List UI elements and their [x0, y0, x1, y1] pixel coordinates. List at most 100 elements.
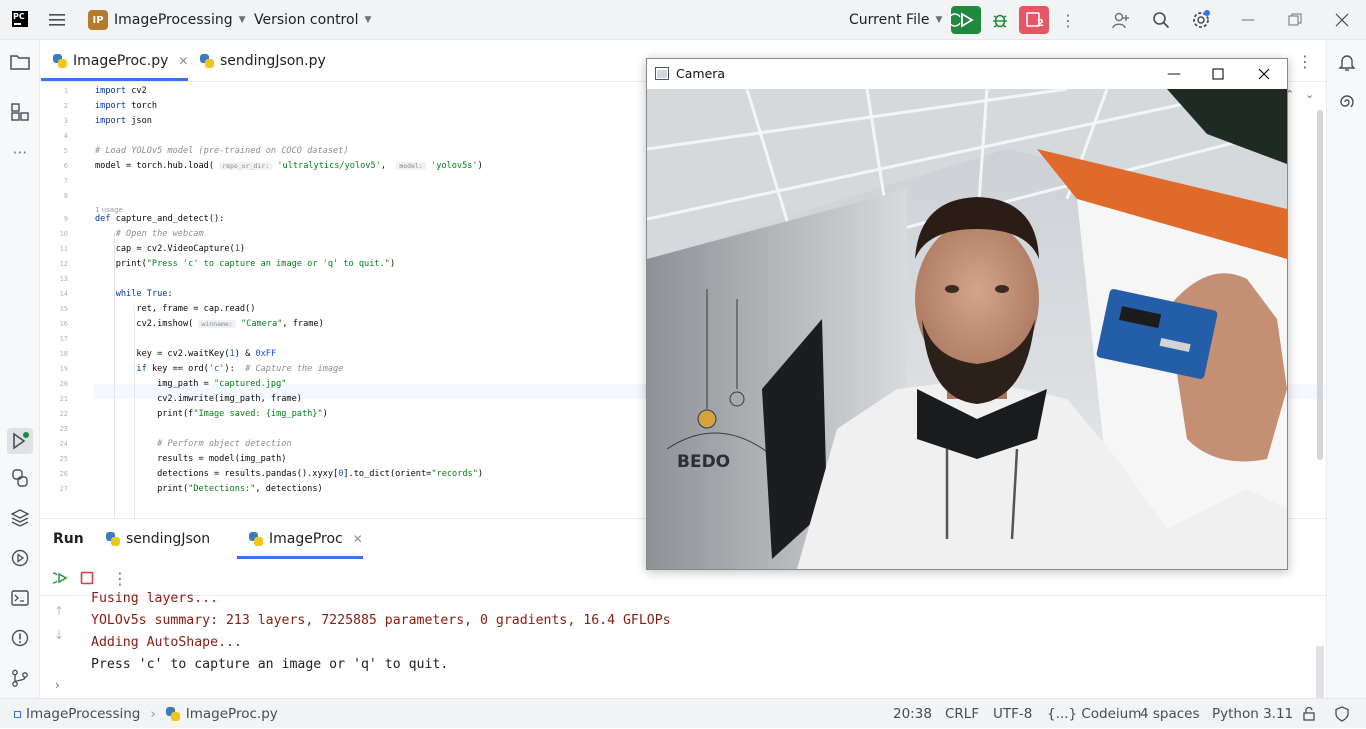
services-button[interactable] — [10, 548, 30, 568]
editor-scrollbar[interactable] — [1317, 110, 1323, 460]
tab-sendingjson[interactable]: sendingJson.py — [200, 40, 326, 82]
notifications-button[interactable] — [1337, 52, 1357, 72]
rerun-console-button[interactable] — [51, 568, 71, 588]
python-file-icon — [249, 532, 263, 546]
file-encoding[interactable]: UTF-8 — [993, 699, 1032, 729]
python-console-button[interactable] — [10, 468, 30, 488]
folder-icon — [10, 55, 30, 70]
stop-count-badge: 2 — [1037, 18, 1044, 29]
editor-more-button[interactable]: ⋮ — [1295, 51, 1315, 71]
code-line: cv2.imshow( winname: "Camera", frame) — [95, 319, 324, 329]
memory-indicator[interactable] — [1334, 699, 1350, 729]
stop-icon — [1026, 12, 1040, 27]
python-file-icon — [106, 532, 120, 546]
stop-button[interactable]: 2 — [1019, 6, 1049, 34]
layers-icon — [11, 509, 29, 527]
settings-button[interactable] — [1191, 10, 1211, 30]
window-icon — [655, 67, 669, 80]
line-number: 15 — [59, 305, 68, 313]
console-line: YOLOv5s summary: 213 layers, 7225885 par… — [91, 613, 671, 628]
line-number: 26 — [59, 470, 68, 478]
camera-minimize-button[interactable]: — — [1151, 59, 1197, 89]
line-number: 10 — [59, 230, 68, 238]
run-icon — [13, 432, 29, 450]
more-vertical-icon: ⋮ — [112, 568, 128, 588]
run-tab-label: ImageProc — [269, 531, 343, 547]
restore-icon — [1288, 13, 1302, 26]
search-icon — [1153, 12, 1170, 29]
more-actions-button[interactable]: ⋮ — [1058, 10, 1078, 30]
stop-console-button[interactable] — [77, 568, 97, 588]
restore-button[interactable] — [1285, 10, 1305, 30]
wall-sign-text: BEDO — [677, 452, 730, 472]
tab-imageproc[interactable]: ImageProc.py ✕ — [53, 40, 188, 82]
python-file-icon — [165, 707, 180, 721]
breadcrumb-project[interactable]: ImageProcessing — [26, 706, 140, 722]
bug-icon — [993, 14, 1007, 28]
run-more-button[interactable]: ⋮ — [110, 568, 130, 588]
line-number: 5 — [63, 147, 68, 155]
problems-button[interactable] — [10, 628, 30, 648]
git-button[interactable] — [10, 668, 30, 688]
tab-label: ImageProc.py — [73, 53, 169, 69]
code-with-me-button[interactable] — [1111, 10, 1131, 30]
code-line: ret, frame = cap.read() — [95, 304, 256, 314]
code-line: def capture_and_detect(): — [95, 214, 225, 224]
usage-hint[interactable]: 1 usage — [95, 206, 123, 214]
structure-tool-button[interactable] — [10, 102, 30, 122]
code-line: import json — [95, 116, 152, 126]
line-number: 11 — [59, 245, 68, 253]
line-number: 1 — [63, 87, 68, 95]
camera-close-button[interactable] — [1241, 59, 1287, 89]
python-interpreter[interactable]: Python 3.11 — [1212, 699, 1293, 729]
more-horizontal-icon: ⋯ — [12, 143, 28, 161]
collapse-down-icon[interactable]: ⌄ — [1305, 88, 1314, 101]
run-tab-imageproc[interactable]: ImageProc ✕ — [249, 519, 363, 559]
code-line: cap = cv2.VideoCapture(1) — [95, 244, 246, 254]
python-file-icon — [53, 54, 67, 68]
scroll-down-icon[interactable]: ↓ — [54, 628, 64, 642]
python-file-icon — [200, 54, 214, 68]
codeium-status[interactable]: {...} Codeium — [1047, 699, 1141, 729]
breadcrumb-file[interactable]: ImageProc.py — [186, 706, 278, 722]
console-line: Press 'c' to capture an image or 'q' to … — [91, 657, 449, 672]
close-window-button[interactable] — [1332, 10, 1352, 30]
line-number: 16 — [59, 320, 68, 328]
readonly-toggle[interactable] — [1302, 699, 1316, 729]
rerun-button[interactable] — [948, 6, 981, 34]
run-tab-sendingjson[interactable]: sendingJson — [106, 519, 210, 559]
close-icon — [1335, 13, 1349, 27]
python-packages-button[interactable] — [10, 508, 30, 528]
close-tab-icon[interactable]: ✕ — [353, 532, 363, 546]
caret-position[interactable]: 20:38 — [893, 699, 932, 729]
line-number: 8 — [63, 192, 68, 200]
structure-icon — [11, 103, 29, 121]
add-user-icon — [1112, 12, 1129, 29]
console-scrollbar[interactable] — [1316, 646, 1324, 698]
line-separator[interactable]: CRLF — [945, 699, 979, 729]
camera-maximize-button[interactable] — [1195, 59, 1241, 89]
project-selector[interactable]: IP ImageProcessing ▼ — [88, 0, 246, 40]
expand-right-icon[interactable]: › — [55, 678, 60, 692]
terminal-button[interactable] — [10, 588, 30, 608]
run-tool-button[interactable] — [7, 428, 33, 454]
run-config-label: Current File — [849, 12, 930, 28]
project-tool-button[interactable] — [10, 52, 30, 72]
indent-setting[interactable]: 4 spaces — [1140, 699, 1200, 729]
more-tools-button[interactable]: ⋯ — [10, 142, 30, 162]
run-config-selector[interactable]: Current File ▼ — [849, 0, 942, 40]
debug-button[interactable] — [990, 10, 1010, 30]
vcs-menu[interactable]: Version control ▼ — [254, 0, 371, 40]
minimize-button[interactable]: — — [1238, 10, 1258, 30]
ai-assistant-button[interactable] — [1337, 92, 1357, 112]
main-menu-button[interactable] — [48, 0, 66, 40]
code-line: cv2.imwrite(img_path, frame) — [95, 394, 302, 404]
console-output[interactable]: ↑ ↓ › Fusing layers... YOLOv5s summary: … — [41, 591, 1326, 699]
close-tab-icon[interactable]: ✕ — [178, 54, 188, 68]
camera-window[interactable]: Camera — BEDO — [646, 58, 1288, 570]
scroll-up-icon[interactable]: ↑ — [54, 604, 64, 618]
camera-titlebar[interactable]: Camera — — [647, 59, 1287, 89]
app-logo[interactable]: PC — [12, 11, 28, 27]
search-everywhere-button[interactable] — [1151, 10, 1171, 30]
code-line: while True: — [115, 289, 173, 299]
